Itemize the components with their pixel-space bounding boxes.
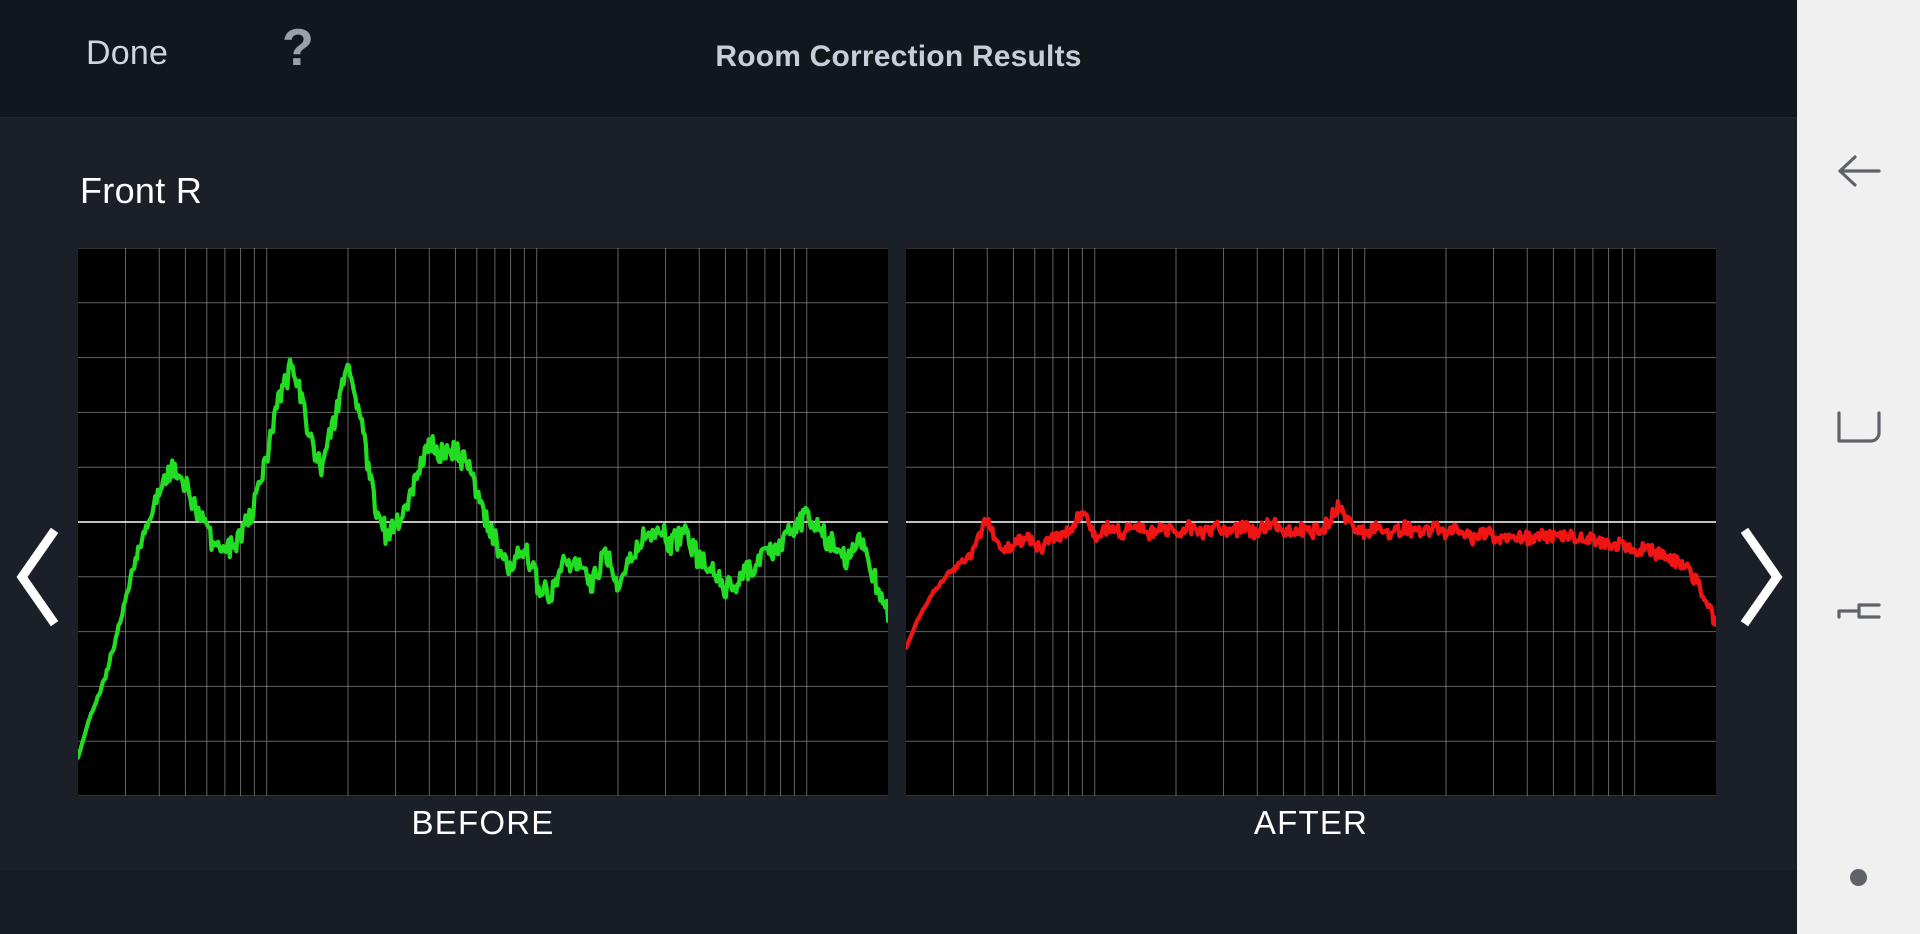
chevron-right-icon (1733, 522, 1791, 632)
screen-root: Done ? Room Correction Results Front R B… (0, 0, 1920, 934)
charts-container: BEFORE AFTER (78, 248, 1716, 866)
system-navigation-bar (1797, 0, 1920, 934)
chart-after: AFTER (906, 248, 1716, 866)
frequency-response-before (78, 248, 888, 796)
plot-before (78, 248, 888, 796)
chevron-left-icon (8, 522, 66, 632)
channel-label: Front R (80, 170, 203, 211)
square-overview-icon (1833, 401, 1885, 453)
chart-after-label: AFTER (1253, 804, 1369, 841)
nav-recents-button[interactable] (1797, 574, 1920, 648)
nav-home-button[interactable] (1797, 390, 1920, 464)
dot-indicator-icon (1850, 868, 1867, 886)
chart-before-label: BEFORE (411, 804, 555, 841)
page-title: Room Correction Results (715, 40, 1082, 73)
chart-before: BEFORE (78, 248, 888, 866)
plot-after (906, 248, 1716, 796)
frequency-response-after (906, 248, 1716, 796)
app-window: Done ? Room Correction Results Front R B… (0, 0, 1797, 934)
previous-channel-button[interactable] (8, 522, 66, 632)
content-area: Front R BEFORE AFTER (0, 118, 1797, 870)
recents-icon (1833, 585, 1885, 637)
next-channel-button[interactable] (1733, 522, 1791, 632)
back-arrow-icon (1831, 143, 1887, 199)
top-bar: Done ? Room Correction Results (0, 0, 1797, 118)
nav-assistant-button[interactable] (1797, 840, 1920, 914)
nav-back-button[interactable] (1797, 134, 1920, 208)
